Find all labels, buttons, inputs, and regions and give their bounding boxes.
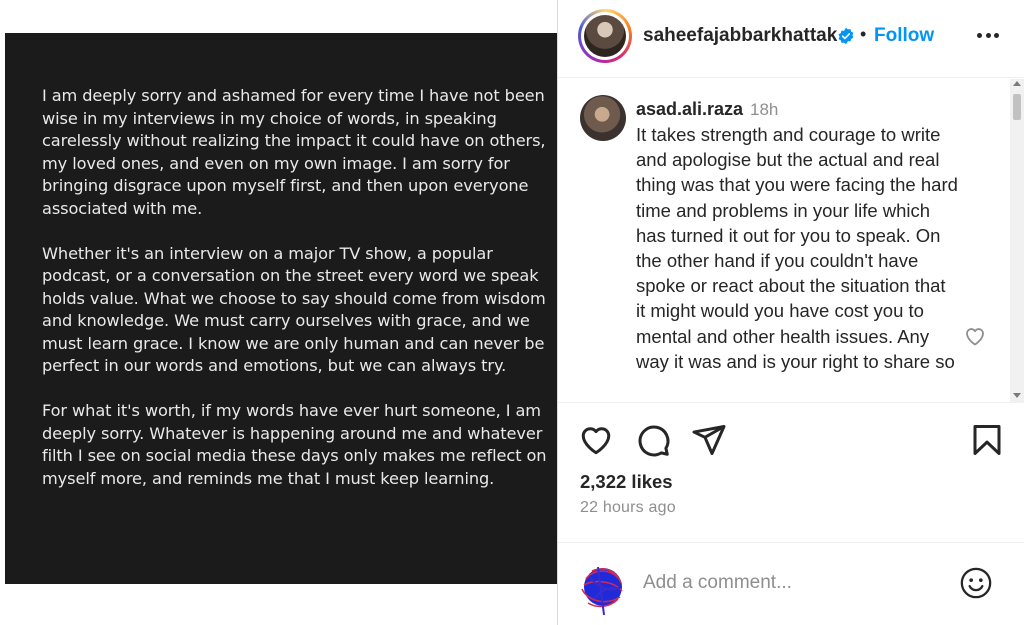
author-username[interactable]: saheefajabbarkhattak	[643, 25, 837, 47]
header-separator: •	[860, 24, 867, 44]
author-avatar[interactable]	[578, 9, 632, 63]
post-statement-text: I am deeply sorry and ashamed for every …	[42, 85, 547, 513]
comments-scrollbar[interactable]	[1010, 79, 1024, 403]
send-icon[interactable]	[691, 422, 727, 458]
bookmark-icon[interactable]	[969, 422, 1005, 458]
comment-text: It takes strength and courage to write a…	[636, 124, 958, 372]
more-options-icon[interactable]	[971, 22, 1005, 48]
post-paragraph: For what it's worth, if my words have ev…	[42, 401, 547, 488]
post-paragraph: I am deeply sorry and ashamed for every …	[42, 86, 546, 218]
comment-username[interactable]: asad.ali.raza	[636, 99, 743, 120]
verified-badge-icon	[838, 27, 854, 45]
post-image[interactable]: I am deeply sorry and ashamed for every …	[5, 33, 557, 584]
likes-count[interactable]: 2,322 likes	[580, 471, 673, 493]
scroll-down-arrow-icon[interactable]	[1013, 393, 1021, 398]
post-timestamp[interactable]: 22 hours ago	[580, 499, 676, 517]
author-avatar-image	[584, 15, 626, 57]
follow-button[interactable]: Follow	[874, 25, 934, 47]
comment-composer	[558, 542, 1024, 625]
post-paragraph: Whether it's an interview on a major TV …	[42, 243, 546, 376]
post-media-pane: I am deeply sorry and ashamed for every …	[0, 0, 557, 625]
user-avatar	[581, 566, 623, 616]
post-header: saheefajabbarkhattak • Follow	[558, 0, 1024, 78]
post-actions: 2,322 likes 22 hours ago	[558, 404, 1024, 534]
add-comment-input[interactable]	[643, 572, 943, 594]
emoji-icon[interactable]	[959, 566, 993, 600]
scroll-up-arrow-icon[interactable]	[1013, 81, 1021, 86]
comment-icon[interactable]	[635, 422, 671, 458]
comments-list[interactable]: asad.ali.raza 18h It takes strength and …	[558, 79, 1024, 403]
heart-icon[interactable]	[578, 422, 614, 458]
commenter-avatar[interactable]	[580, 95, 626, 141]
comment-like-heart-icon[interactable]	[963, 324, 987, 348]
comment-timestamp[interactable]: 18h	[750, 100, 778, 120]
scrollbar-thumb[interactable]	[1013, 94, 1021, 120]
